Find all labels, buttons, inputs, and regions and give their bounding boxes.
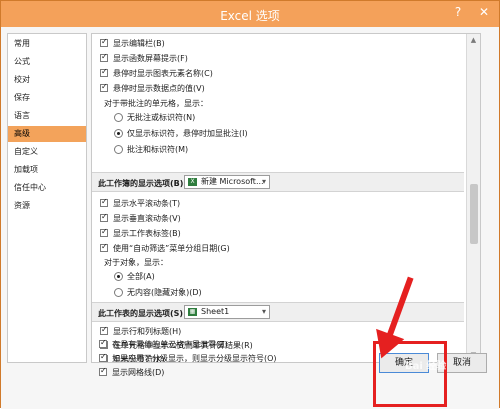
sidebar-item-save[interactable]: 保存: [8, 90, 86, 106]
checkbox[interactable]: [100, 325, 108, 335]
checkbox[interactable]: [99, 338, 107, 348]
checkbox[interactable]: [99, 366, 107, 376]
sidebar-item-advanced[interactable]: 高级: [8, 126, 86, 142]
checkbox[interactable]: [100, 212, 108, 222]
radio-button[interactable]: [114, 129, 123, 138]
checkbox[interactable]: [100, 197, 108, 207]
sheet-select[interactable]: ▦ Sheet1 ▾: [184, 305, 270, 319]
checkbox[interactable]: [100, 82, 108, 92]
checkbox[interactable]: [100, 242, 108, 252]
sidebar-item-resources[interactable]: 资源: [8, 198, 86, 214]
radio-button[interactable]: [114, 145, 123, 154]
window-title: Excel 选项: [220, 9, 280, 23]
sidebar-item-proofing[interactable]: 校对: [8, 72, 86, 88]
workbook-section-header: 此工作簿的显示选项(B):: [92, 172, 464, 192]
title-bar: Excel 选项 ? ✕: [1, 1, 499, 27]
options-panel: 显示编辑栏(B) 显示函数屏幕提示(F) 悬停时显示图表元素名称(C) 悬停时显…: [91, 33, 481, 363]
sidebar-item-formulas[interactable]: 公式: [8, 54, 86, 70]
excel-icon: X: [188, 178, 197, 186]
radio-button[interactable]: [114, 113, 123, 122]
sidebar-item-customize[interactable]: 自定义: [8, 144, 86, 160]
comment-display-label: 对于带批注的单元格，显示：: [104, 99, 208, 108]
workbook-section-title: 此工作簿的显示选项(B):: [98, 179, 187, 188]
sheet-icon: ▦: [188, 308, 197, 316]
checkbox[interactable]: [99, 352, 107, 362]
options-scrollbar[interactable]: ▲ ▼: [466, 34, 480, 362]
excel-options-dialog: Excel 选项 ? ✕ 常用 公式 校对 保存 语言 高级 自定义 加载项 信…: [0, 0, 500, 409]
watermark-text: Bai 经验: [405, 361, 447, 372]
objects-display-label: 对于对象，显示：: [104, 258, 168, 267]
workbook-select-value: 新建 Microsoft...: [201, 177, 264, 186]
sheet-select-value: Sheet1: [201, 307, 230, 316]
scroll-up-icon[interactable]: ▲: [467, 34, 480, 47]
radio-button[interactable]: [114, 272, 123, 281]
checkbox[interactable]: [100, 52, 108, 62]
workbook-select[interactable]: X 新建 Microsoft... ▾: [184, 175, 270, 189]
sidebar-item-trust-center[interactable]: 信任中心: [8, 180, 86, 196]
red-arrow-annotation: [376, 276, 414, 359]
checkbox[interactable]: [100, 37, 108, 47]
radio-button[interactable]: [114, 288, 123, 297]
chevron-down-icon: ▾: [261, 307, 266, 316]
chevron-down-icon: ▾: [261, 177, 266, 186]
sheet-section-title: 此工作表的显示选项(S):: [98, 309, 187, 318]
sidebar-item-language[interactable]: 语言: [8, 108, 86, 124]
checkbox[interactable]: [100, 67, 108, 77]
help-icon[interactable]: ?: [445, 1, 471, 23]
sidebar: 常用 公式 校对 保存 语言 高级 自定义 加载项 信任中心 资源: [7, 33, 87, 363]
sidebar-item-addins[interactable]: 加载项: [8, 162, 86, 178]
close-icon[interactable]: ✕: [471, 1, 497, 23]
sidebar-item-general[interactable]: 常用: [8, 36, 86, 52]
checkbox[interactable]: [100, 227, 108, 237]
scroll-thumb[interactable]: [470, 184, 478, 244]
